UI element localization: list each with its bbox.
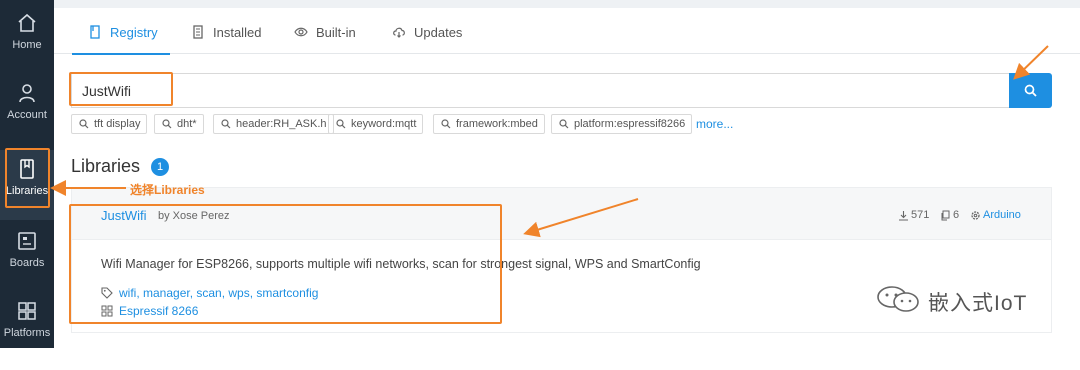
home-icon <box>0 12 54 34</box>
download-count-value: 571 <box>911 209 930 221</box>
examples-count-value: 6 <box>953 209 960 221</box>
wechat-icon <box>877 286 919 312</box>
watermark-text: 嵌入式IoT <box>928 292 1028 315</box>
top-strip <box>54 0 1080 8</box>
board-icon <box>0 230 54 252</box>
filter-chip[interactable]: dht* <box>154 114 204 134</box>
filter-chip-label: header:RH_ASK.h <box>236 118 327 130</box>
search-icon <box>441 119 451 129</box>
library-name-link[interactable]: JustWifi <box>101 208 147 223</box>
sidebar-item-boards[interactable]: Boards <box>0 230 54 300</box>
user-icon <box>0 82 54 104</box>
sidebar-item-label: Account <box>7 109 47 121</box>
filter-chip-label: platform:espressif8266 <box>574 118 686 130</box>
search-button[interactable] <box>1009 73 1052 108</box>
tag-icon <box>101 287 113 299</box>
tab-label: Installed <box>213 25 262 40</box>
filter-chip[interactable]: tft display <box>71 114 148 134</box>
framework-link[interactable]: Arduino <box>970 209 1021 221</box>
tab-registry[interactable]: Registry <box>72 8 170 55</box>
search-icon <box>559 119 569 129</box>
filter-chip[interactable]: platform:espressif8266 <box>551 114 693 134</box>
search-box <box>71 73 1009 108</box>
more-filters-link[interactable]: more... <box>696 117 733 131</box>
library-card-header: JustWifi by Xose Perez 571 6 Arduino <box>72 188 1051 240</box>
libraries-count-badge: 1 <box>151 158 169 176</box>
keywords-label: wifi, manager, scan, wps, smartconfig <box>119 286 319 300</box>
library-description: Wifi Manager for ESP8266, supports multi… <box>101 257 701 271</box>
filter-chip[interactable]: header:RH_ASK.h <box>213 114 334 134</box>
filter-chip-label: keyword:mqtt <box>351 118 417 130</box>
filter-chip-label: dht* <box>177 118 197 130</box>
search-input[interactable] <box>72 74 1009 107</box>
sidebar-item-libraries[interactable]: Libraries <box>0 150 54 220</box>
tab-installed[interactable]: Installed <box>191 8 261 54</box>
sidebar: Home Account Libraries Boards Platforms <box>0 0 54 348</box>
sidebar-item-label: Platforms <box>3 327 51 339</box>
sidebar-item-account[interactable]: Account <box>0 82 54 152</box>
tab-updates[interactable]: Updates <box>392 8 462 54</box>
sidebar-item-label: Libraries <box>5 185 49 197</box>
annotation-label: 选择Libraries <box>130 183 205 197</box>
filter-chip-label: framework:mbed <box>456 118 538 130</box>
filter-chip[interactable]: framework:mbed <box>433 114 545 134</box>
sidebar-item-label: Home <box>12 39 42 51</box>
library-author: by Xose Perez <box>158 210 230 222</box>
copy-icon <box>941 210 950 221</box>
libraries-title: Libraries <box>71 156 141 176</box>
tab-label: Registry <box>110 25 158 40</box>
sidebar-item-home[interactable]: Home <box>0 12 54 82</box>
tab-label: Updates <box>414 25 463 40</box>
sidebar-item-label: Boards <box>9 257 45 269</box>
sidebar-item-platforms[interactable]: Platforms <box>0 300 54 370</box>
grid-icon <box>101 305 113 317</box>
filter-chip-label: tft display <box>94 118 141 130</box>
book-icon <box>0 150 54 180</box>
search-icon <box>79 119 89 129</box>
download-count: 571 <box>898 209 929 221</box>
examples-count: 6 <box>940 209 959 221</box>
search-icon <box>221 119 231 129</box>
framework-label: Arduino <box>983 209 1021 221</box>
library-platform[interactable]: Espressif 8266 <box>101 304 198 318</box>
grid-icon <box>0 300 54 322</box>
tab-built-in[interactable]: Built-in <box>294 8 356 54</box>
search-icon <box>336 119 346 129</box>
gear-icon <box>971 211 980 220</box>
platform-label: Espressif 8266 <box>119 304 199 318</box>
tab-label: Built-in <box>316 25 356 40</box>
watermark: 嵌入式IoT <box>876 286 1028 317</box>
filter-chip[interactable]: keyword:mqtt <box>328 114 424 134</box>
tab-bar: Registry Installed Built-in Updates <box>54 8 1080 55</box>
search-icon <box>162 119 172 129</box>
download-icon <box>899 211 908 221</box>
library-keywords[interactable]: wifi, manager, scan, wps, smartconfig <box>101 286 318 300</box>
